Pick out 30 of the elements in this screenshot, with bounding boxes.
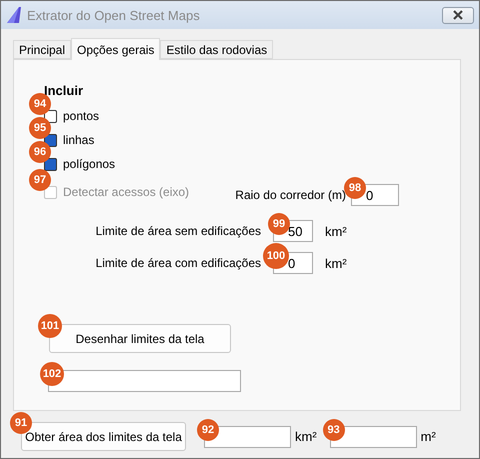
tab[interactable]: Estilo das rodovias: [160, 40, 274, 59]
tab[interactable]: Opções gerais: [71, 38, 160, 60]
number-callout-tooltip: 99: [268, 213, 290, 235]
checkbox-label: polígonos: [63, 157, 116, 171]
number-callout-tooltip: 102: [40, 362, 64, 386]
window-title: Extrator do Open Street Maps: [27, 8, 201, 22]
close-icon: [452, 10, 464, 20]
field-label: Raio do corredor (m): [235, 188, 346, 202]
number-callout-tooltip: 92: [197, 418, 219, 440]
checkbox-label: pontos: [63, 109, 100, 123]
unit-label: m²: [420, 429, 436, 444]
unit-label: km²: [295, 429, 317, 444]
number-callout-tooltip: 91: [10, 412, 32, 434]
number-callout-tooltip: 97: [29, 168, 51, 190]
field-label: Limite de área com edificações: [96, 256, 261, 270]
checkbox-label: linhas: [63, 133, 94, 147]
checkbox-label: Detectar acessos (eixo): [63, 185, 190, 199]
number-callout-tooltip: 96: [29, 140, 51, 162]
number-callout-tooltip: 95: [29, 116, 51, 138]
number-callout-tooltip: 98: [344, 177, 366, 199]
number-callout-tooltip: 93: [322, 418, 345, 440]
tab[interactable]: Principal: [13, 40, 72, 59]
number-callout-tooltip: 101: [38, 314, 62, 338]
close-button[interactable]: [442, 6, 474, 24]
checkbox[interactable]: [44, 158, 57, 170]
app-logo-icon: [7, 7, 21, 23]
unit-label: km²: [325, 256, 348, 270]
number-callout-tooltip: 100: [263, 243, 289, 269]
unit-label: km²: [325, 224, 348, 238]
field-label: Limite de área sem edificações: [96, 224, 261, 238]
